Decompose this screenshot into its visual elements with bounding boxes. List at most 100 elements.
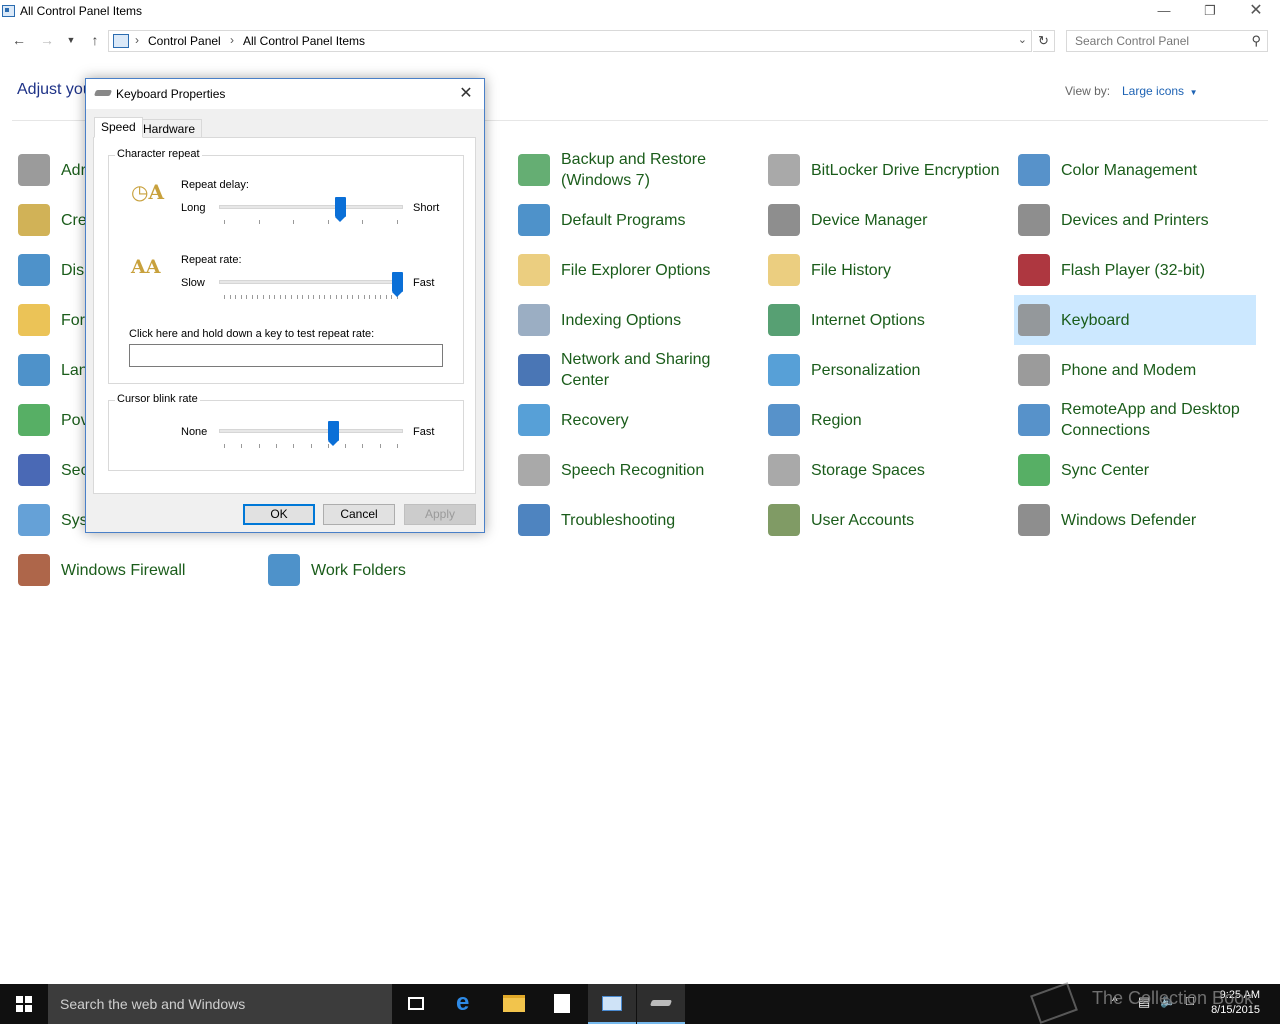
display-icon bbox=[18, 254, 50, 286]
search-input[interactable]: Search Control Panel ⚲ bbox=[1066, 30, 1268, 52]
recent-locations-icon[interactable]: ▼ bbox=[62, 31, 80, 49]
slider-thumb[interactable] bbox=[392, 272, 403, 297]
cp-item-backup-restore[interactable]: Backup and Restore (Windows 7) bbox=[514, 145, 756, 195]
watermark-book-icon bbox=[1030, 982, 1078, 1024]
slider-tick bbox=[362, 220, 363, 224]
repeat-delay-label: Repeat delay: bbox=[181, 179, 249, 191]
cp-item-sync-center[interactable]: Sync Center bbox=[1014, 445, 1256, 495]
slider-tick bbox=[280, 295, 281, 299]
slider-tick bbox=[235, 295, 236, 299]
search-icon[interactable]: ⚲ bbox=[1251, 33, 1261, 49]
cp-item-label: Keyboard bbox=[1061, 311, 1130, 329]
store-icon[interactable] bbox=[538, 984, 586, 1024]
cp-item-speech-recognition[interactable]: Speech Recognition bbox=[514, 445, 756, 495]
task-view-icon[interactable] bbox=[392, 984, 440, 1024]
cp-item-label: Sync Center bbox=[1061, 461, 1150, 479]
power-options-icon bbox=[18, 404, 50, 436]
tab-speed[interactable]: Speed bbox=[94, 117, 143, 138]
user-accounts-icon bbox=[768, 504, 800, 536]
restore-button[interactable]: ❐ bbox=[1187, 0, 1233, 24]
dialog-title-bar: Keyboard Properties ✕ bbox=[86, 79, 484, 109]
cursor-blink-slider[interactable] bbox=[219, 421, 403, 452]
cp-item-storage-spaces[interactable]: Storage Spaces bbox=[764, 445, 1006, 495]
windows-defender-icon bbox=[1018, 504, 1050, 536]
cp-item-label: Troubleshooting bbox=[561, 511, 676, 529]
cp-item-remoteapp[interactable]: RemoteApp and Desktop Connections bbox=[1014, 395, 1256, 445]
cp-item-flash-player[interactable]: Flash Player (32-bit) bbox=[1014, 245, 1256, 295]
cp-item-work-folders[interactable]: Work Folders bbox=[264, 545, 506, 595]
chevron-down-icon[interactable]: ⌄ bbox=[1018, 33, 1027, 46]
cp-item-network-sharing[interactable]: Network and Sharing Center bbox=[514, 345, 756, 395]
taskbar-search-box[interactable]: Search the web and Windows bbox=[48, 984, 392, 1024]
recovery-icon bbox=[518, 404, 550, 436]
cp-item-default-programs[interactable]: Default Programs bbox=[514, 195, 756, 245]
breadcrumb-all-items[interactable]: All Control Panel Items bbox=[243, 34, 365, 48]
slider-ticks bbox=[224, 295, 398, 300]
cp-item-troubleshooting[interactable]: Troubleshooting bbox=[514, 495, 756, 545]
slider-track[interactable] bbox=[219, 280, 403, 284]
cp-item-windows-firewall[interactable]: Windows Firewall bbox=[14, 545, 256, 595]
chevron-right-icon[interactable]: › bbox=[135, 33, 139, 47]
repeat-delay-slider[interactable] bbox=[219, 197, 403, 228]
tab-hardware[interactable]: Hardware bbox=[136, 119, 203, 138]
close-button[interactable]: ✕ bbox=[1233, 0, 1279, 24]
start-button[interactable] bbox=[0, 984, 48, 1024]
cp-item-keyboard[interactable]: Keyboard bbox=[1014, 295, 1256, 345]
refresh-icon[interactable]: ↻ bbox=[1033, 30, 1055, 52]
cp-item-windows-defender[interactable]: Windows Defender bbox=[1014, 495, 1256, 545]
credential-manager-icon bbox=[18, 204, 50, 236]
cp-item-region[interactable]: Region bbox=[764, 395, 1006, 445]
slider-tick bbox=[291, 295, 292, 299]
dialog-close-button[interactable]: ✕ bbox=[454, 83, 478, 105]
slider-tick bbox=[241, 295, 242, 299]
address-bar[interactable]: › Control Panel › All Control Panel Item… bbox=[108, 30, 1032, 52]
ok-button[interactable]: OK bbox=[243, 504, 315, 525]
cp-item-bitlocker[interactable]: BitLocker Drive Encryption bbox=[764, 145, 1006, 195]
breadcrumb-control-panel[interactable]: Control Panel bbox=[148, 34, 221, 48]
control-panel-taskbar-icon[interactable] bbox=[588, 984, 636, 1024]
cp-item-internet-options[interactable]: Internet Options bbox=[764, 295, 1006, 345]
slider-thumb[interactable] bbox=[335, 197, 346, 222]
character-repeat-title: Character repeat bbox=[115, 148, 202, 160]
cp-item-recovery[interactable]: Recovery bbox=[514, 395, 756, 445]
phone-modem-icon bbox=[1018, 354, 1050, 386]
cp-item-color-management[interactable]: Color Management bbox=[1014, 145, 1256, 195]
repeat-rate-slider[interactable] bbox=[219, 272, 403, 303]
minimize-button[interactable]: — bbox=[1141, 0, 1187, 24]
default-programs-icon bbox=[518, 204, 550, 236]
cp-item-device-manager[interactable]: Device Manager bbox=[764, 195, 1006, 245]
chevron-right-icon[interactable]: › bbox=[230, 33, 234, 47]
view-by-dropdown[interactable]: Large icons ▼ bbox=[1122, 84, 1198, 98]
cp-item-indexing-options[interactable]: Indexing Options bbox=[514, 295, 756, 345]
cp-item-label: Flash Player (32-bit) bbox=[1061, 261, 1206, 279]
test-repeat-input[interactable] bbox=[129, 344, 443, 367]
cancel-button[interactable]: Cancel bbox=[323, 504, 395, 525]
back-icon[interactable]: ← bbox=[10, 31, 28, 49]
cp-item-user-accounts[interactable]: User Accounts bbox=[764, 495, 1006, 545]
slider-thumb[interactable] bbox=[328, 421, 339, 446]
file-explorer-icon[interactable] bbox=[490, 984, 538, 1024]
apply-button[interactable]: Apply bbox=[404, 504, 476, 525]
cp-item-devices-printers[interactable]: Devices and Printers bbox=[1014, 195, 1256, 245]
cp-item-file-explorer-options[interactable]: File Explorer Options bbox=[514, 245, 756, 295]
slider-tick bbox=[386, 295, 387, 299]
internet-options-icon bbox=[768, 304, 800, 336]
cp-item-personalization[interactable]: Personalization bbox=[764, 345, 1006, 395]
forward-icon[interactable]: → bbox=[38, 31, 56, 49]
cp-item-file-history[interactable]: File History bbox=[764, 245, 1006, 295]
taskbar: Search the web and Windows e ^ ▤ 🔈 □ 9:2… bbox=[0, 982, 1280, 1024]
repeat-delay-min-label: Long bbox=[181, 202, 206, 214]
slider-track[interactable] bbox=[219, 429, 403, 433]
cp-item-phone-modem[interactable]: Phone and Modem bbox=[1014, 345, 1256, 395]
cp-item-label: Network and Sharing Center bbox=[561, 351, 711, 389]
keyboard-properties-dialog: Keyboard Properties ✕ Speed Hardware Cha… bbox=[85, 78, 485, 533]
cp-item-label: Default Programs bbox=[561, 211, 686, 229]
keyboard-taskbar-icon[interactable] bbox=[637, 984, 685, 1024]
up-icon[interactable]: ↑ bbox=[86, 31, 104, 49]
slider-track[interactable] bbox=[219, 205, 403, 209]
slider-tick bbox=[345, 444, 346, 448]
cp-item-label: Work Folders bbox=[311, 561, 406, 579]
slider-tick bbox=[224, 220, 225, 224]
edge-browser-icon[interactable]: e bbox=[442, 984, 490, 1024]
file-explorer-options-icon bbox=[518, 254, 550, 286]
